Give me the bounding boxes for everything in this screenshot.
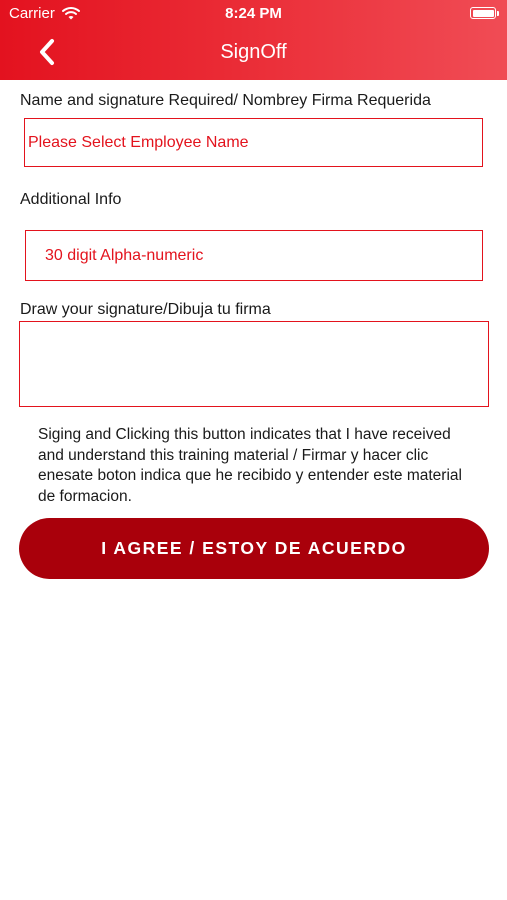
additional-info-input[interactable]: 30 digit Alpha-numeric bbox=[25, 230, 483, 281]
status-bar: Carrier 8:24 PM bbox=[0, 0, 507, 26]
status-time: 8:24 PM bbox=[225, 5, 282, 22]
additional-info-placeholder: 30 digit Alpha-numeric bbox=[45, 246, 204, 264]
signature-label: Draw your signature/Dibuja tu firma bbox=[20, 301, 271, 318]
employee-name-select[interactable]: Please Select Employee Name bbox=[24, 118, 483, 167]
disclaimer-text: Siging and Clicking this button indicate… bbox=[38, 426, 462, 505]
page-title: SignOff bbox=[220, 41, 287, 63]
employee-name-placeholder: Please Select Employee Name bbox=[28, 133, 249, 151]
battery-icon bbox=[470, 7, 499, 19]
app-header: Carrier 8:24 PM SignOff bbox=[0, 0, 507, 80]
name-signature-label: Name and signature Required/ Nombrey Fir… bbox=[20, 92, 431, 109]
additional-info-label: Additional Info bbox=[20, 191, 122, 208]
signature-pad[interactable] bbox=[19, 321, 489, 407]
agree-button[interactable]: I AGREE / ESTOY DE ACUERDO bbox=[19, 518, 489, 579]
navigation-bar: SignOff bbox=[0, 26, 507, 80]
